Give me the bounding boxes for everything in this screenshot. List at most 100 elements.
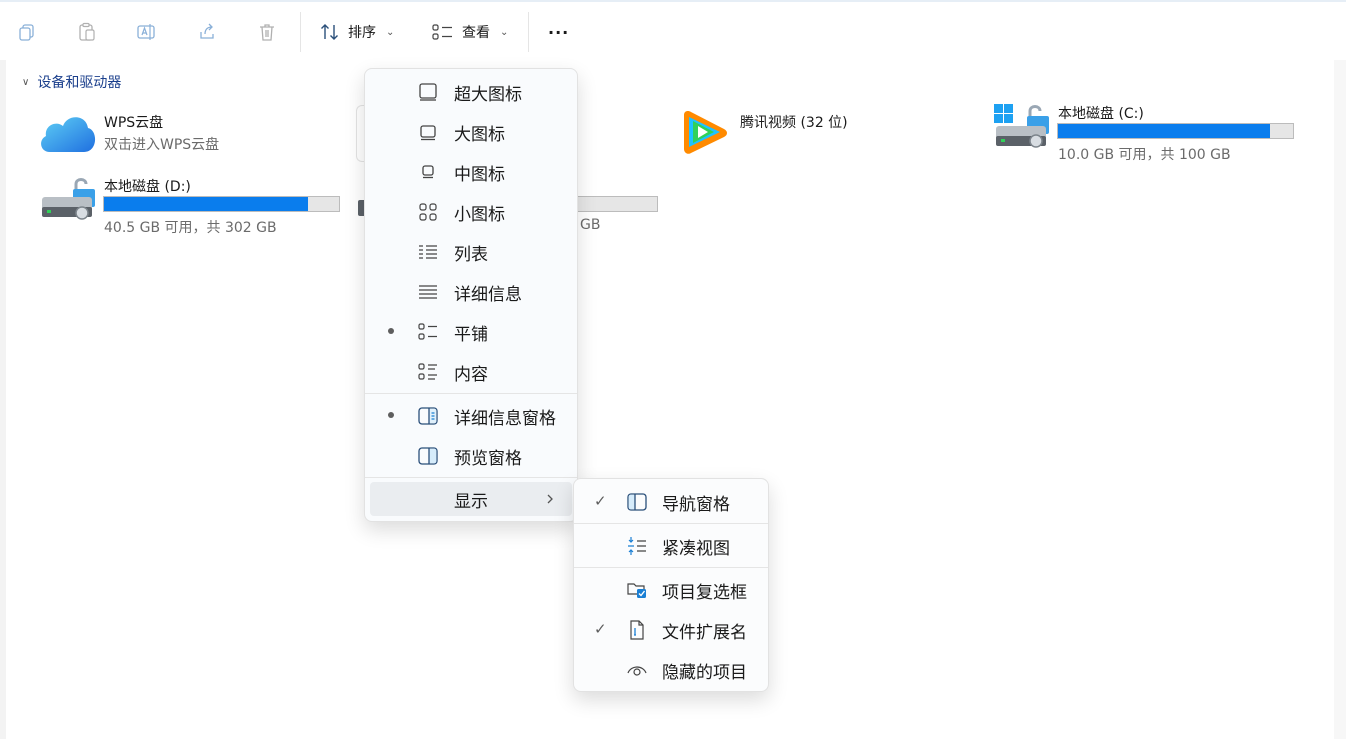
- details-pane-icon: [418, 407, 438, 425]
- tencent-video-icon: [684, 111, 727, 154]
- drive-subtitle: 双击进入WPS云盘: [104, 137, 220, 153]
- drive-free-space: 40.5 GB 可用，共 302 GB: [104, 220, 277, 236]
- command-bar: 排序 ⌄ 查看 ⌄ ···: [0, 2, 1346, 60]
- tiles-icon: [418, 323, 437, 340]
- drive-name: 腾讯视频 (32 位): [740, 115, 848, 131]
- rename-button[interactable]: [129, 15, 163, 49]
- menu-item-content[interactable]: 内容: [365, 352, 577, 392]
- menu-item-large-icons[interactable]: 大图标: [365, 112, 577, 152]
- menu-item-preview-pane[interactable]: 预览窗格: [365, 436, 577, 476]
- drive-tencent-video[interactable]: 腾讯视频 (32 位): [680, 105, 940, 160]
- file-extensions-icon: [630, 620, 644, 640]
- menu-item-label: 详细信息: [454, 284, 522, 305]
- extra-large-icons-icon: [419, 83, 437, 101]
- preview-pane-icon: [418, 447, 438, 465]
- submenu-item-compact-view[interactable]: 紧凑视图: [574, 526, 768, 566]
- submenu-item-label: 隐藏的项目: [662, 663, 747, 683]
- drive-name: WPS云盘: [104, 115, 164, 131]
- drive-local-c[interactable]: 本地磁盘 (C:) 10.0 GB 可用，共 100 GB: [992, 100, 1302, 164]
- item-checkboxes-icon: [627, 583, 646, 598]
- drive-wps-cloud[interactable]: WPS云盘 双击进入WPS云盘: [36, 105, 336, 160]
- chevron-down-icon: ⌄: [386, 26, 395, 38]
- drive-usage-bar: [1057, 123, 1294, 139]
- share-icon: [200, 23, 214, 39]
- menu-item-label: 预览窗格: [454, 448, 522, 469]
- drive-name: 本地磁盘 (D:): [104, 179, 191, 195]
- chevron-down-icon: ∨: [22, 76, 30, 88]
- drive-free-space: 10.0 GB 可用，共 100 GB: [1058, 147, 1231, 163]
- menu-item-label: 超大图标: [454, 84, 522, 105]
- windows-drive-icon: [994, 104, 1049, 148]
- compact-view-icon: [628, 537, 646, 555]
- rename-icon: [137, 24, 155, 40]
- view-label: 查看: [462, 25, 490, 41]
- content-icon: [418, 363, 437, 380]
- section-title: 设备和驱动器: [37, 75, 122, 91]
- navigation-pane-edge: [0, 60, 6, 739]
- drive-local-d[interactable]: 本地磁盘 (D:) 40.5 GB 可用，共 302 GB: [38, 173, 348, 237]
- menu-item-label: 小图标: [454, 204, 505, 225]
- view-button[interactable]: 查看 ⌄: [432, 15, 508, 49]
- partial-usage-bar: [575, 196, 658, 212]
- menu-item-extra-large-icons[interactable]: 超大图标: [365, 72, 577, 112]
- submenu-item-label: 导航窗格: [662, 495, 730, 515]
- submenu-item-navigation-pane[interactable]: ✓ 导航窗格: [574, 482, 768, 522]
- paste-button[interactable]: [70, 15, 104, 49]
- share-button[interactable]: [190, 15, 224, 49]
- sort-icon: [321, 24, 338, 40]
- menu-item-list[interactable]: 列表: [365, 232, 577, 272]
- submenu-item-hidden-items[interactable]: 隐藏的项目: [574, 650, 768, 690]
- menu-item-details-pane[interactable]: 详细信息窗格: [365, 396, 577, 436]
- partial-drive-subtitle: GB: [580, 217, 601, 233]
- selected-bullet: [388, 412, 394, 418]
- sort-button[interactable]: 排序 ⌄: [320, 15, 394, 49]
- drive-usage-bar: [103, 196, 340, 212]
- menu-item-label: 列表: [454, 244, 488, 265]
- submenu-item-label: 项目复选框: [662, 583, 747, 603]
- show-submenu: ✓ 导航窗格 紧凑视图 项目复选框 ✓ 文件扩展名 隐藏的项目: [573, 478, 769, 692]
- navigation-pane-icon: [627, 493, 647, 511]
- copy-button[interactable]: [10, 15, 44, 49]
- menu-item-show[interactable]: 显示: [365, 479, 577, 519]
- submenu-item-file-extensions[interactable]: ✓ 文件扩展名: [574, 610, 768, 650]
- delete-button[interactable]: [250, 15, 284, 49]
- small-icons-icon: [419, 203, 437, 221]
- selected-bullet: [388, 328, 394, 334]
- hidden-items-icon: [627, 666, 647, 676]
- drive-usage-fill: [1058, 124, 1270, 138]
- trash-icon: [260, 24, 274, 41]
- sort-label: 排序: [348, 25, 376, 41]
- menu-item-label: 中图标: [454, 164, 505, 185]
- scrollbar-track[interactable]: [1334, 60, 1346, 739]
- menu-item-label: 详细信息窗格: [454, 408, 556, 429]
- menu-item-tiles[interactable]: 平铺: [365, 312, 577, 352]
- menu-separator: [365, 393, 577, 394]
- menu-separator: [365, 477, 577, 478]
- menu-item-small-icons[interactable]: 小图标: [365, 192, 577, 232]
- checkmark-icon: ✓: [594, 492, 607, 510]
- menu-item-label: 内容: [454, 364, 488, 385]
- section-header-devices[interactable]: ∨ 设备和驱动器: [22, 72, 121, 92]
- view-menu: 超大图标 大图标 中图标 小图标 列表 详细信息 平铺 内容 详细信息窗格 预览…: [364, 68, 578, 522]
- copy-icon: [19, 24, 34, 41]
- submenu-item-label: 紧凑视图: [662, 539, 730, 559]
- more-icon: ···: [548, 22, 570, 42]
- toolbar-divider: [528, 12, 529, 52]
- menu-item-medium-icons[interactable]: 中图标: [365, 152, 577, 192]
- wps-cloud-icon: [41, 117, 96, 152]
- chevron-down-icon: ⌄: [500, 26, 509, 38]
- menu-item-details[interactable]: 详细信息: [365, 272, 577, 312]
- drive-name: 本地磁盘 (C:): [1058, 106, 1144, 122]
- menu-separator: [574, 567, 768, 568]
- drive-usage-fill: [104, 197, 308, 211]
- submenu-item-item-checkboxes[interactable]: 项目复选框: [574, 570, 768, 610]
- submenu-item-label: 文件扩展名: [662, 623, 747, 643]
- more-options-button[interactable]: ···: [548, 15, 569, 49]
- toolbar-divider: [300, 12, 301, 52]
- menu-item-label: 显示: [454, 491, 488, 512]
- details-icon: [419, 285, 437, 299]
- view-tiles-icon: [432, 24, 452, 40]
- large-icons-icon: [420, 125, 436, 141]
- paste-icon: [79, 22, 95, 41]
- medium-icons-icon: [422, 165, 434, 179]
